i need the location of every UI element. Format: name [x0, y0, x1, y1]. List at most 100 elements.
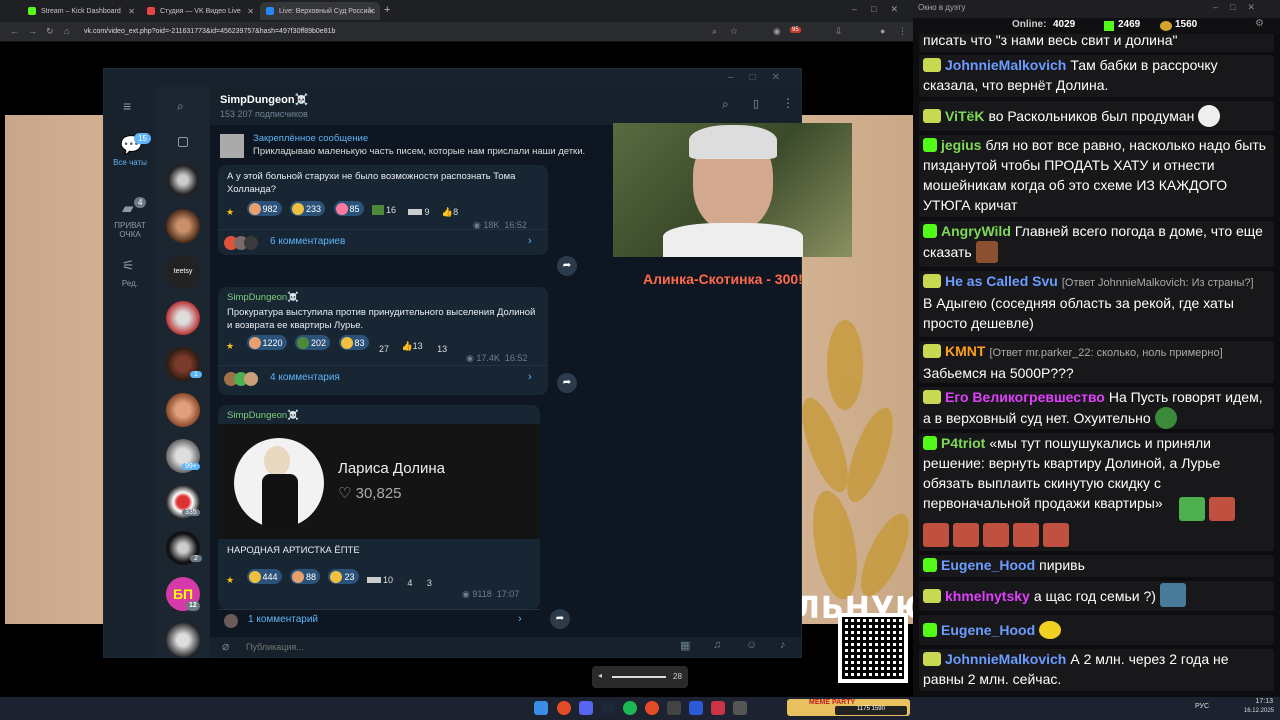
close-icon[interactable]: ✕	[128, 7, 135, 16]
chrome-icon[interactable]	[557, 701, 571, 715]
tab-kick[interactable]: Stream – Kick Dashboard ✕	[22, 2, 140, 20]
chat-avatar[interactable]: 2	[166, 531, 202, 565]
app-icon[interactable]	[667, 701, 681, 715]
reaction[interactable]: 👍 13	[401, 341, 422, 352]
reaction[interactable]: 3	[425, 578, 432, 588]
search-icon[interactable]: ⌕	[177, 99, 184, 114]
pinned-thumbnail	[220, 134, 244, 158]
app-icon[interactable]	[733, 701, 747, 715]
profile-icon[interactable]: ●	[880, 26, 885, 36]
folder-edit[interactable]: ⚟ Ред.	[104, 257, 156, 293]
forward-icon[interactable]: →	[28, 26, 37, 36]
chrome-icon[interactable]	[645, 701, 659, 715]
reaction[interactable]: 16	[371, 204, 396, 215]
chat-avatar[interactable]: 99+	[166, 439, 200, 473]
clock-time[interactable]: 17:13	[1243, 698, 1273, 705]
comments-link[interactable]: 4 комментария ›	[224, 371, 544, 387]
steam-icon[interactable]	[601, 701, 615, 715]
tab-label: Live: Верховный Суд Российс	[279, 7, 375, 15]
pinned-message[interactable]: Закреплённое сообщение Прикладываю мален…	[220, 132, 620, 160]
tg-window-controls[interactable]: –□✕	[728, 72, 796, 83]
chat-avatar[interactable]	[166, 393, 200, 427]
reaction[interactable]: 982	[246, 201, 282, 216]
chat-avatar[interactable]: 1	[166, 347, 202, 381]
calendar-icon[interactable]: ▦	[680, 639, 690, 652]
discord-icon[interactable]	[579, 701, 593, 715]
windows-start-icon[interactable]	[534, 701, 548, 715]
star-icon[interactable]: ★	[226, 341, 234, 352]
reaction[interactable]: 9	[408, 207, 429, 217]
forward-button[interactable]: ➦	[550, 609, 570, 629]
folder-all-chats[interactable]: 💬 15 Все чаты	[104, 133, 156, 173]
hamburger-icon[interactable]: ≡	[123, 98, 131, 114]
comments-link[interactable]: 1 комментарий ›	[224, 613, 534, 629]
chat-avatar[interactable]	[166, 301, 200, 335]
home-icon[interactable]: ⌂	[64, 26, 69, 36]
download-icon[interactable]: ⇩	[835, 26, 843, 37]
emoji-icon[interactable]: ☺	[746, 639, 757, 651]
tab-label: Студия — VK Видео Live	[160, 7, 241, 15]
folder-private[interactable]: ▰ 4 ПРИВАТ ОЧКА	[104, 195, 156, 241]
chat-window-controls[interactable]: –□✕	[1213, 2, 1267, 13]
reaction[interactable]: 27	[377, 344, 389, 354]
reaction[interactable]: 13	[435, 344, 447, 354]
reaction[interactable]: 4	[405, 578, 412, 588]
forward-button[interactable]: ➦	[557, 256, 577, 276]
attach-icon[interactable]: ⌀	[222, 639, 229, 653]
reaction[interactable]: 👍 8	[442, 207, 458, 218]
post-image[interactable]: Лариса Долина ♡ 30,825	[218, 424, 540, 539]
reaction[interactable]: 83	[338, 335, 369, 350]
app-icon[interactable]	[711, 701, 725, 715]
reaction[interactable]: 88	[290, 569, 321, 584]
search-icon[interactable]: ⌕	[722, 97, 729, 112]
star-icon[interactable]: ☆	[730, 26, 738, 37]
star-icon[interactable]: ★	[226, 207, 234, 218]
channel-post[interactable]: SimpDungeon☠️ Лариса Долина ♡ 30,825 НАР…	[218, 405, 540, 609]
sidebar-toggle-icon[interactable]: ▯	[753, 97, 759, 110]
archive-icon[interactable]	[178, 137, 188, 147]
app-icon[interactable]	[689, 701, 703, 715]
microphone-icon[interactable]: ♪	[780, 639, 786, 651]
zoom-icon[interactable]: ⌕	[712, 26, 717, 37]
message-input[interactable]	[246, 639, 626, 655]
reaction[interactable]: 23	[328, 569, 359, 584]
language-indicator[interactable]: РУС	[1195, 703, 1209, 710]
settings-icon[interactable]: ⚙	[1255, 18, 1264, 29]
tab-vk-studio[interactable]: Студия — VK Видео Live ✕	[141, 2, 259, 20]
chat-avatar[interactable]	[166, 163, 200, 197]
reaction[interactable]: 444	[246, 569, 282, 584]
reaction[interactable]: 233	[290, 201, 326, 216]
new-tab-button[interactable]: +	[384, 4, 390, 16]
tab-vk-live[interactable]: Live: Верховный Суд Российс ✕	[260, 2, 380, 20]
chat-avatar[interactable]: 335	[166, 485, 200, 519]
close-icon[interactable]: ✕	[368, 7, 375, 16]
forward-button[interactable]: ➦	[557, 373, 577, 393]
spotify-icon[interactable]	[623, 701, 637, 715]
bell-icon[interactable]: ♫	[713, 639, 721, 651]
chat-avatar[interactable]	[166, 623, 200, 657]
extension-icon[interactable]: ◉	[773, 26, 781, 37]
comments-link[interactable]: 6 комментариев ›	[224, 235, 544, 251]
url-input[interactable]: vk.com/video_ext.php?oid=-211631773&id=4…	[84, 25, 734, 39]
menu-icon[interactable]: ⋮	[898, 26, 907, 37]
chat-avatar[interactable]	[166, 209, 200, 243]
reaction[interactable]: 1220	[246, 335, 287, 350]
chat-avatar[interactable]: teetsy	[166, 255, 200, 289]
channel-post[interactable]: А у этой больной старухи не было возможн…	[218, 165, 548, 255]
reaction[interactable]: 85	[333, 201, 364, 216]
more-icon[interactable]: ⋮	[782, 96, 794, 110]
reaction[interactable]: 202	[295, 335, 331, 350]
close-icon[interactable]: ✕	[247, 7, 254, 16]
reaction[interactable]: 10	[366, 575, 393, 585]
star-icon[interactable]: ★	[226, 575, 234, 586]
divider	[218, 609, 540, 610]
volume-slider[interactable]	[612, 676, 666, 678]
chat-avatar[interactable]: БП 12	[166, 577, 200, 611]
reactions-row: ★ 1220 202 83 27 👍 13 13	[226, 335, 455, 354]
back-icon[interactable]: ←	[10, 26, 19, 36]
channel-header[interactable]: SimpDungeon☠️ 153 207 подписчиков ⌕ ▯ ⋮	[210, 87, 801, 125]
reload-icon[interactable]: ↻	[46, 26, 54, 37]
window-controls[interactable]: –□✕	[852, 4, 912, 15]
channel-post[interactable]: SimpDungeon☠️ Прокуратура выступила прот…	[218, 287, 548, 395]
clock-date[interactable]: 16.12.2025	[1236, 708, 1274, 714]
